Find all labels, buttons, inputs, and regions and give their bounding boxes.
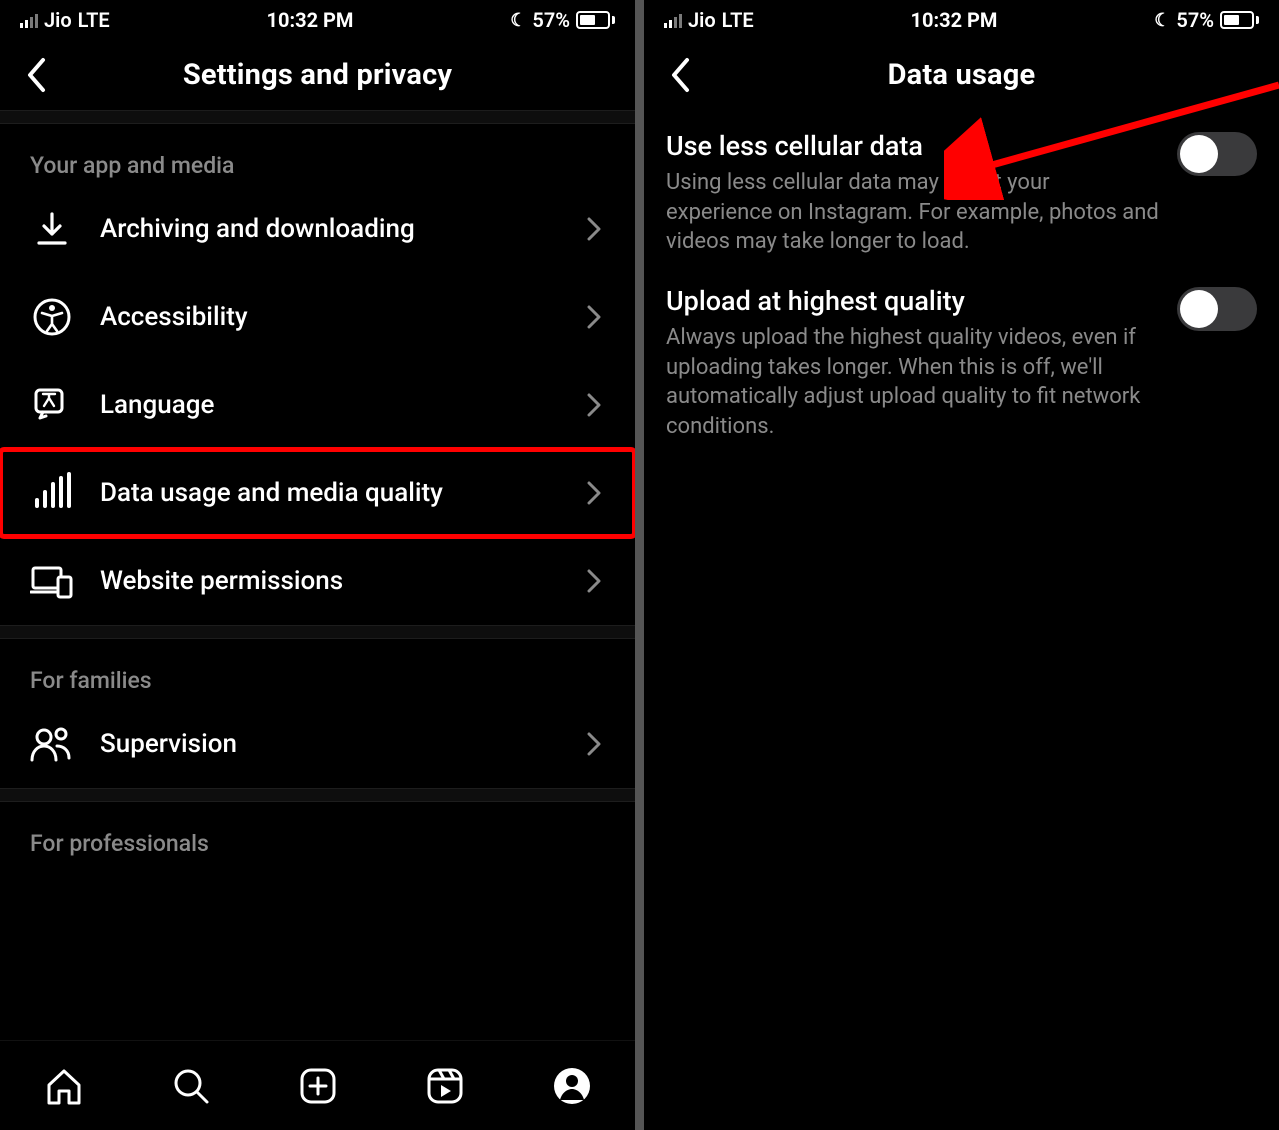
carrier-label: Jio bbox=[44, 8, 72, 32]
tab-bar bbox=[0, 1040, 635, 1130]
row-language[interactable]: Language bbox=[0, 361, 635, 449]
setting-use-less-cellular-data: Use less cellular data Using less cellul… bbox=[644, 110, 1279, 265]
setting-title: Use less cellular data bbox=[666, 130, 1159, 162]
toggle-upload-highest-quality[interactable] bbox=[1177, 287, 1257, 331]
status-time: 10:32 PM bbox=[110, 8, 511, 32]
chevron-right-icon bbox=[583, 482, 605, 504]
section-label-professionals: For professionals bbox=[0, 802, 635, 863]
section-separator bbox=[0, 625, 635, 639]
language-icon bbox=[30, 383, 74, 427]
battery-percent: 57% bbox=[532, 8, 570, 32]
row-label: Language bbox=[100, 390, 557, 420]
chevron-left-icon bbox=[25, 57, 47, 93]
battery-icon bbox=[1220, 11, 1259, 29]
battery-percent: 57% bbox=[1176, 8, 1214, 32]
network-label: LTE bbox=[722, 8, 754, 32]
nav-header: Data usage bbox=[644, 40, 1279, 110]
people-icon bbox=[30, 722, 74, 766]
status-right: ☾ 57% bbox=[1154, 8, 1259, 32]
row-data-usage-media-quality[interactable]: Data usage and media quality bbox=[0, 449, 635, 537]
setting-description: Always upload the highest quality videos… bbox=[666, 323, 1159, 442]
chevron-right-icon bbox=[583, 394, 605, 416]
toggle-use-less-cellular-data[interactable] bbox=[1177, 132, 1257, 176]
dnd-moon-icon: ☾ bbox=[510, 10, 526, 31]
bars-signal-icon bbox=[30, 471, 74, 515]
page-title: Data usage bbox=[888, 58, 1036, 92]
chevron-right-icon bbox=[583, 218, 605, 240]
back-button[interactable] bbox=[14, 53, 58, 97]
row-label: Supervision bbox=[100, 729, 557, 759]
signal-icon bbox=[664, 12, 682, 28]
row-accessibility[interactable]: Accessibility bbox=[0, 273, 635, 361]
network-label: LTE bbox=[78, 8, 110, 32]
row-label: Website permissions bbox=[100, 566, 557, 596]
dnd-moon-icon: ☾ bbox=[1154, 10, 1170, 31]
setting-title: Upload at highest quality bbox=[666, 285, 1159, 317]
status-right: ☾ 57% bbox=[510, 8, 615, 32]
plus-square-icon bbox=[297, 1065, 339, 1107]
profile-icon bbox=[552, 1066, 592, 1106]
row-website-permissions[interactable]: Website permissions bbox=[0, 537, 635, 625]
section-separator bbox=[0, 110, 635, 124]
accessibility-icon bbox=[30, 295, 74, 339]
row-supervision[interactable]: Supervision bbox=[0, 700, 635, 788]
status-bar: Jio LTE 10:32 PM ☾ 57% bbox=[0, 0, 635, 40]
battery-fill bbox=[580, 15, 595, 25]
battery-icon bbox=[576, 11, 615, 29]
chevron-right-icon bbox=[583, 570, 605, 592]
back-button[interactable] bbox=[658, 53, 702, 97]
nav-header: Settings and privacy bbox=[0, 40, 635, 110]
chevron-right-icon bbox=[583, 733, 605, 755]
status-left: Jio LTE bbox=[20, 8, 110, 32]
row-label: Data usage and media quality bbox=[100, 478, 557, 508]
devices-icon bbox=[30, 559, 74, 603]
section-separator bbox=[0, 788, 635, 802]
tab-search[interactable] bbox=[166, 1061, 216, 1111]
chevron-right-icon bbox=[583, 306, 605, 328]
setting-description: Using less cellular data may affect your… bbox=[666, 168, 1159, 257]
section-label-app-media: Your app and media bbox=[0, 124, 635, 185]
reels-icon bbox=[424, 1065, 466, 1107]
row-label: Archiving and downloading bbox=[100, 214, 557, 244]
tab-reels[interactable] bbox=[420, 1061, 470, 1111]
row-archiving-downloading[interactable]: Archiving and downloading bbox=[0, 185, 635, 273]
setting-upload-highest-quality: Upload at highest quality Always upload … bbox=[644, 265, 1279, 450]
battery-fill bbox=[1224, 15, 1239, 25]
carrier-label: Jio bbox=[688, 8, 716, 32]
signal-icon bbox=[20, 12, 38, 28]
tab-create[interactable] bbox=[293, 1061, 343, 1111]
home-icon bbox=[43, 1065, 85, 1107]
status-left: Jio LTE bbox=[664, 8, 754, 32]
download-icon bbox=[30, 207, 74, 251]
section-label-families: For families bbox=[0, 639, 635, 700]
chevron-left-icon bbox=[669, 57, 691, 93]
status-time: 10:32 PM bbox=[754, 8, 1155, 32]
status-bar: Jio LTE 10:32 PM ☾ 57% bbox=[644, 0, 1279, 40]
tab-home[interactable] bbox=[39, 1061, 89, 1111]
screen-data-usage: Jio LTE 10:32 PM ☾ 57% Data usage Use le… bbox=[644, 0, 1279, 1130]
tab-profile[interactable] bbox=[547, 1061, 597, 1111]
screen-settings-privacy: Jio LTE 10:32 PM ☾ 57% Settings and priv… bbox=[0, 0, 635, 1130]
row-label: Accessibility bbox=[100, 302, 557, 332]
search-icon bbox=[170, 1065, 212, 1107]
page-title: Settings and privacy bbox=[183, 58, 452, 92]
